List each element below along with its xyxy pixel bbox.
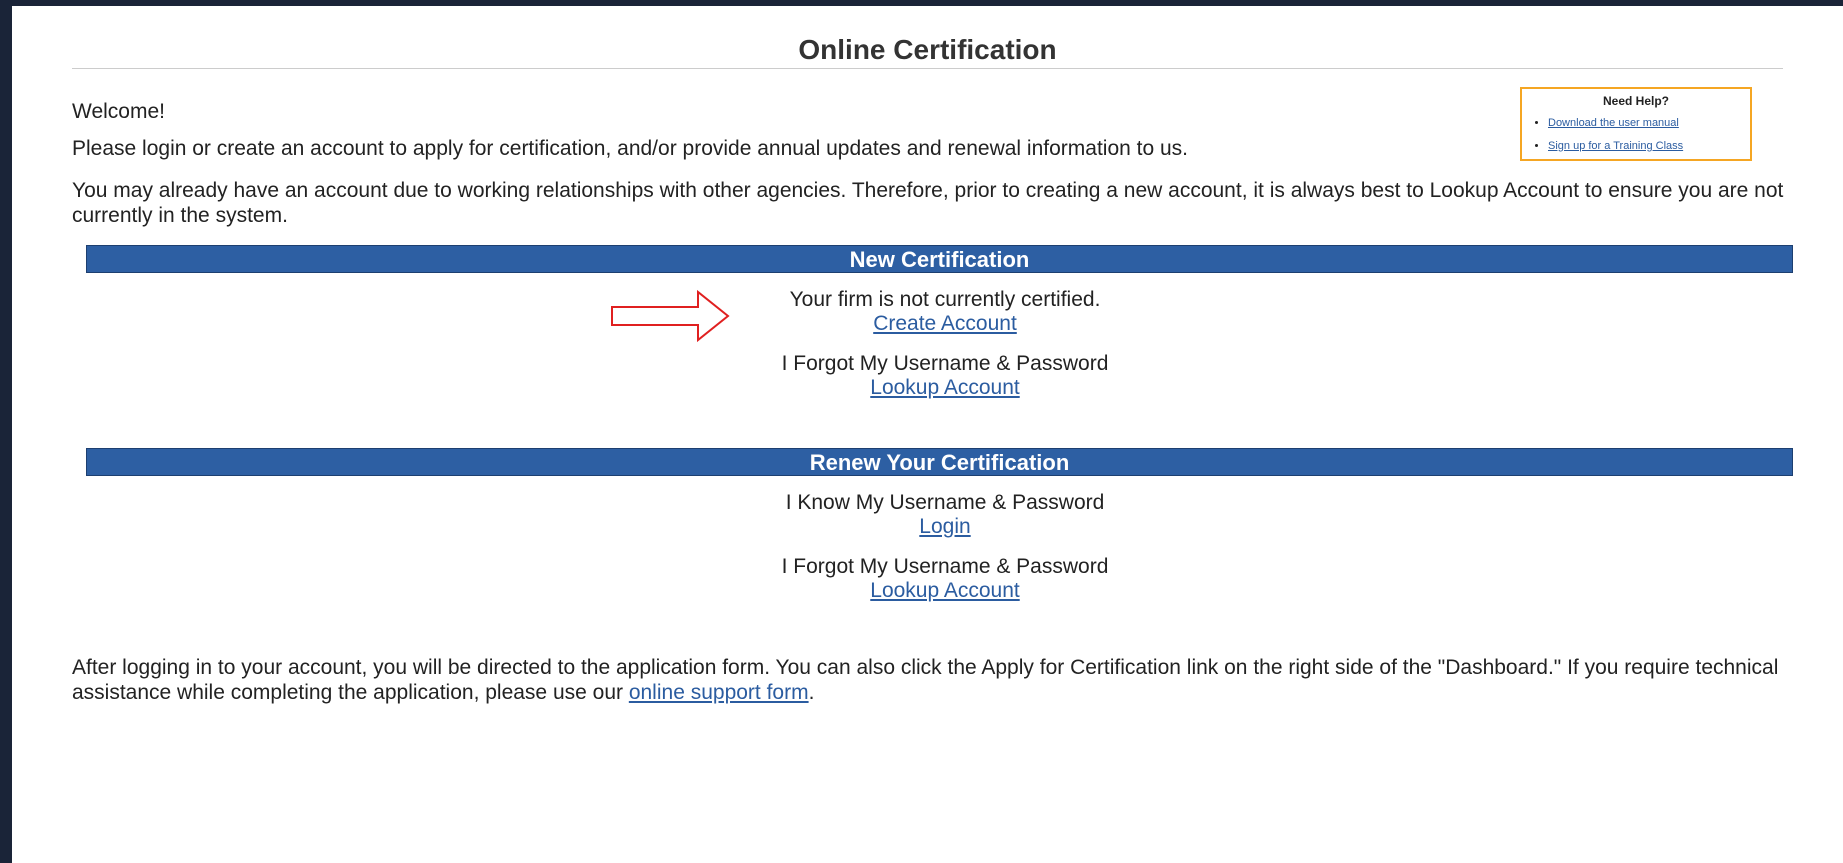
help-heading: Need Help? [1602,94,1669,108]
renew-certification-header: Renew Your Certification [86,448,1793,476]
page-container: Online Certification Welcome! Please log… [12,6,1843,863]
help-item-manual: Download the user manual [1548,112,1750,135]
footer-text: After logging in to your account, you wi… [72,655,1792,705]
footer-text-before: After logging in to your account, you wi… [72,656,1779,704]
intro-text: Please login or create an account to app… [72,137,1189,160]
new-certification-header: New Certification [86,245,1793,273]
help-box: Need Help? Download the user manual Sign… [1520,87,1752,161]
not-certified-text: Your firm is not currently certified. [789,288,1101,311]
help-links: Download the user manual Sign up for a T… [1522,112,1750,158]
help-item-training: Sign up for a Training Class [1548,135,1750,158]
training-class-link[interactable]: Sign up for a Training Class [1548,140,1683,152]
footer-text-after: . [808,681,815,704]
know-credentials-text: I Know My Username & Password [785,491,1105,514]
forgot-credentials-text: I Forgot My Username & Password [781,352,1109,375]
download-manual-link[interactable]: Download the user manual [1548,117,1679,129]
create-account-link[interactable]: Create Account [873,312,1017,335]
lookup-account-link[interactable]: Lookup Account [870,376,1019,399]
notice-text: You may already have an account due to w… [72,179,1784,227]
welcome-text: Welcome! [72,100,165,123]
renew-lookup-account-link[interactable]: Lookup Account [870,579,1019,602]
login-link[interactable]: Login [919,515,970,538]
online-support-form-link[interactable]: online support form [629,681,809,704]
renew-forgot-credentials-text: I Forgot My Username & Password [781,555,1109,578]
page-title: Online Certification [72,34,1783,69]
